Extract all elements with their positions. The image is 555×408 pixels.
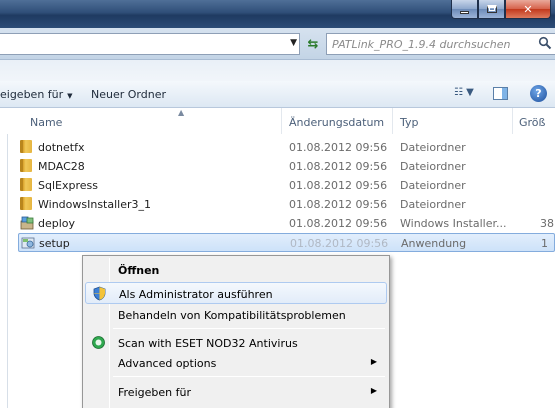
refresh-icon: ⇆ <box>307 36 319 52</box>
menu-item-label: Öffnen <box>118 264 160 277</box>
file-date: 01.08.2012 09:56 <box>289 160 388 173</box>
file-type: Anwendung <box>401 237 467 250</box>
menu-item-advanced-options[interactable]: Advanced options ▶ <box>85 352 387 374</box>
menu-item-troubleshoot-compatibility[interactable]: Behandeln von Kompatibilitätsproblemen <box>85 304 387 326</box>
msi-icon <box>20 216 34 230</box>
table-row[interactable]: SqlExpress 01.08.2012 09:56 Dateiordner <box>18 176 555 195</box>
file-type: Dateiordner <box>400 160 466 173</box>
table-row[interactable]: WindowsInstaller3_1 01.08.2012 09:56 Dat… <box>18 195 555 214</box>
column-header-name[interactable]: Name <box>30 116 62 129</box>
file-date: 01.08.2012 09:56 <box>290 237 389 250</box>
table-row[interactable]: deploy 01.08.2012 09:56 Windows Installe… <box>18 214 555 233</box>
table-row[interactable]: MDAC28 01.08.2012 09:56 Dateiordner <box>18 157 555 176</box>
file-type: Dateiordner <box>400 141 466 154</box>
window-title-bar[interactable]: ✕ <box>0 0 555 28</box>
window-controls: ✕ <box>451 0 551 19</box>
folder-icon <box>20 159 32 172</box>
context-menu: Öffnen Als Administrator ausführen Behan… <box>82 255 390 408</box>
file-name: SqlExpress <box>38 179 98 192</box>
column-header-type[interactable]: Typ <box>400 116 419 129</box>
maximize-button[interactable] <box>478 0 505 19</box>
submenu-arrow-icon: ▶ <box>370 357 377 366</box>
submenu-arrow-icon: ▶ <box>370 386 377 395</box>
table-row-selected[interactable]: setup 01.08.2012 09:56 Anwendung 1 <box>18 233 555 252</box>
menu-item-label: Scan with ESET NOD32 Antivirus <box>118 337 298 350</box>
chevron-down-icon: ▼ <box>466 87 474 98</box>
menu-item-label: Advanced options <box>118 357 217 370</box>
folder-icon <box>20 197 32 210</box>
share-with-label: eigeben für <box>0 88 64 101</box>
file-name: WindowsInstaller3_1 <box>38 198 152 211</box>
eset-icon <box>92 336 105 349</box>
close-button[interactable]: ✕ <box>505 0 551 19</box>
file-date: 01.08.2012 09:56 <box>289 179 388 192</box>
search-icon[interactable] <box>538 36 552 50</box>
menu-item-share-with[interactable]: Freigeben für ▶ <box>85 381 387 403</box>
setup-exe-icon <box>21 237 35 249</box>
menu-area <box>0 60 555 81</box>
search-placeholder: PATLink_PRO_1.9.4 durchsuchen <box>332 38 511 51</box>
file-type: Windows Installer... <box>400 217 507 230</box>
share-with-button[interactable]: eigeben für ▼ <box>0 88 73 101</box>
file-name: MDAC28 <box>38 160 85 173</box>
file-date: 01.08.2012 09:56 <box>289 141 388 154</box>
file-name: deploy <box>38 217 76 230</box>
file-size: 1 <box>541 237 548 250</box>
preview-pane-button[interactable] <box>493 87 508 100</box>
column-divider[interactable] <box>512 108 513 134</box>
menu-item-eset-scan[interactable]: Scan with ESET NOD32 Antivirus <box>85 332 387 354</box>
navigation-pane-divider[interactable] <box>7 108 8 408</box>
close-icon: ✕ <box>523 2 533 16</box>
command-toolbar: eigeben für ▼ Neuer Ordner ☷ ▼ ? <box>0 81 555 108</box>
search-input[interactable]: PATLink_PRO_1.9.4 durchsuchen <box>326 33 555 55</box>
address-bar[interactable]: ▼ <box>0 33 300 55</box>
menu-item-label: Als Administrator ausführen <box>119 288 273 301</box>
column-header-date[interactable]: Änderungsdatum <box>289 116 384 129</box>
minimize-icon <box>460 11 469 14</box>
uac-shield-icon <box>93 286 106 301</box>
file-type: Dateiordner <box>400 179 466 192</box>
table-row[interactable]: dotnetfx 01.08.2012 09:56 Dateiordner <box>18 138 555 157</box>
file-date: 01.08.2012 09:56 <box>289 198 388 211</box>
file-type: Dateiordner <box>400 198 466 211</box>
new-folder-button[interactable]: Neuer Ordner <box>91 88 166 101</box>
navigation-bar: ▼ ⇆ PATLink_PRO_1.9.4 durchsuchen <box>0 28 555 60</box>
menu-item-label: Behandeln von Kompatibilitätsproblemen <box>118 309 346 322</box>
menu-item-run-as-admin[interactable]: Als Administrator ausführen <box>85 282 387 304</box>
file-name: dotnetfx <box>38 141 85 154</box>
folder-icon <box>20 140 32 153</box>
refresh-button[interactable]: ⇆ <box>304 35 322 53</box>
column-headers: ▲ Name Änderungsdatum Typ Größ <box>0 108 555 134</box>
help-button[interactable]: ? <box>530 85 547 102</box>
sort-ascending-icon: ▲ <box>178 108 185 117</box>
file-size: 38 <box>540 217 554 230</box>
menu-separator <box>113 376 385 377</box>
help-icon: ? <box>535 87 542 100</box>
minimize-button[interactable] <box>451 0 478 19</box>
column-header-size[interactable]: Größ <box>519 116 545 129</box>
view-icon: ☷ <box>454 87 463 98</box>
chevron-down-icon: ▼ <box>67 92 73 100</box>
change-view-button[interactable]: ☷ ▼ <box>454 87 474 98</box>
maximize-icon <box>486 5 497 13</box>
file-date: 01.08.2012 09:56 <box>289 217 388 230</box>
menu-item-open[interactable]: Öffnen <box>85 259 387 281</box>
menu-item-label: Freigeben für <box>118 386 191 399</box>
menu-separator <box>113 328 385 329</box>
address-dropdown-icon[interactable]: ▼ <box>290 38 297 48</box>
folder-icon <box>20 178 32 191</box>
column-divider[interactable] <box>281 108 282 134</box>
column-divider[interactable] <box>392 108 393 134</box>
file-name: setup <box>39 237 70 250</box>
